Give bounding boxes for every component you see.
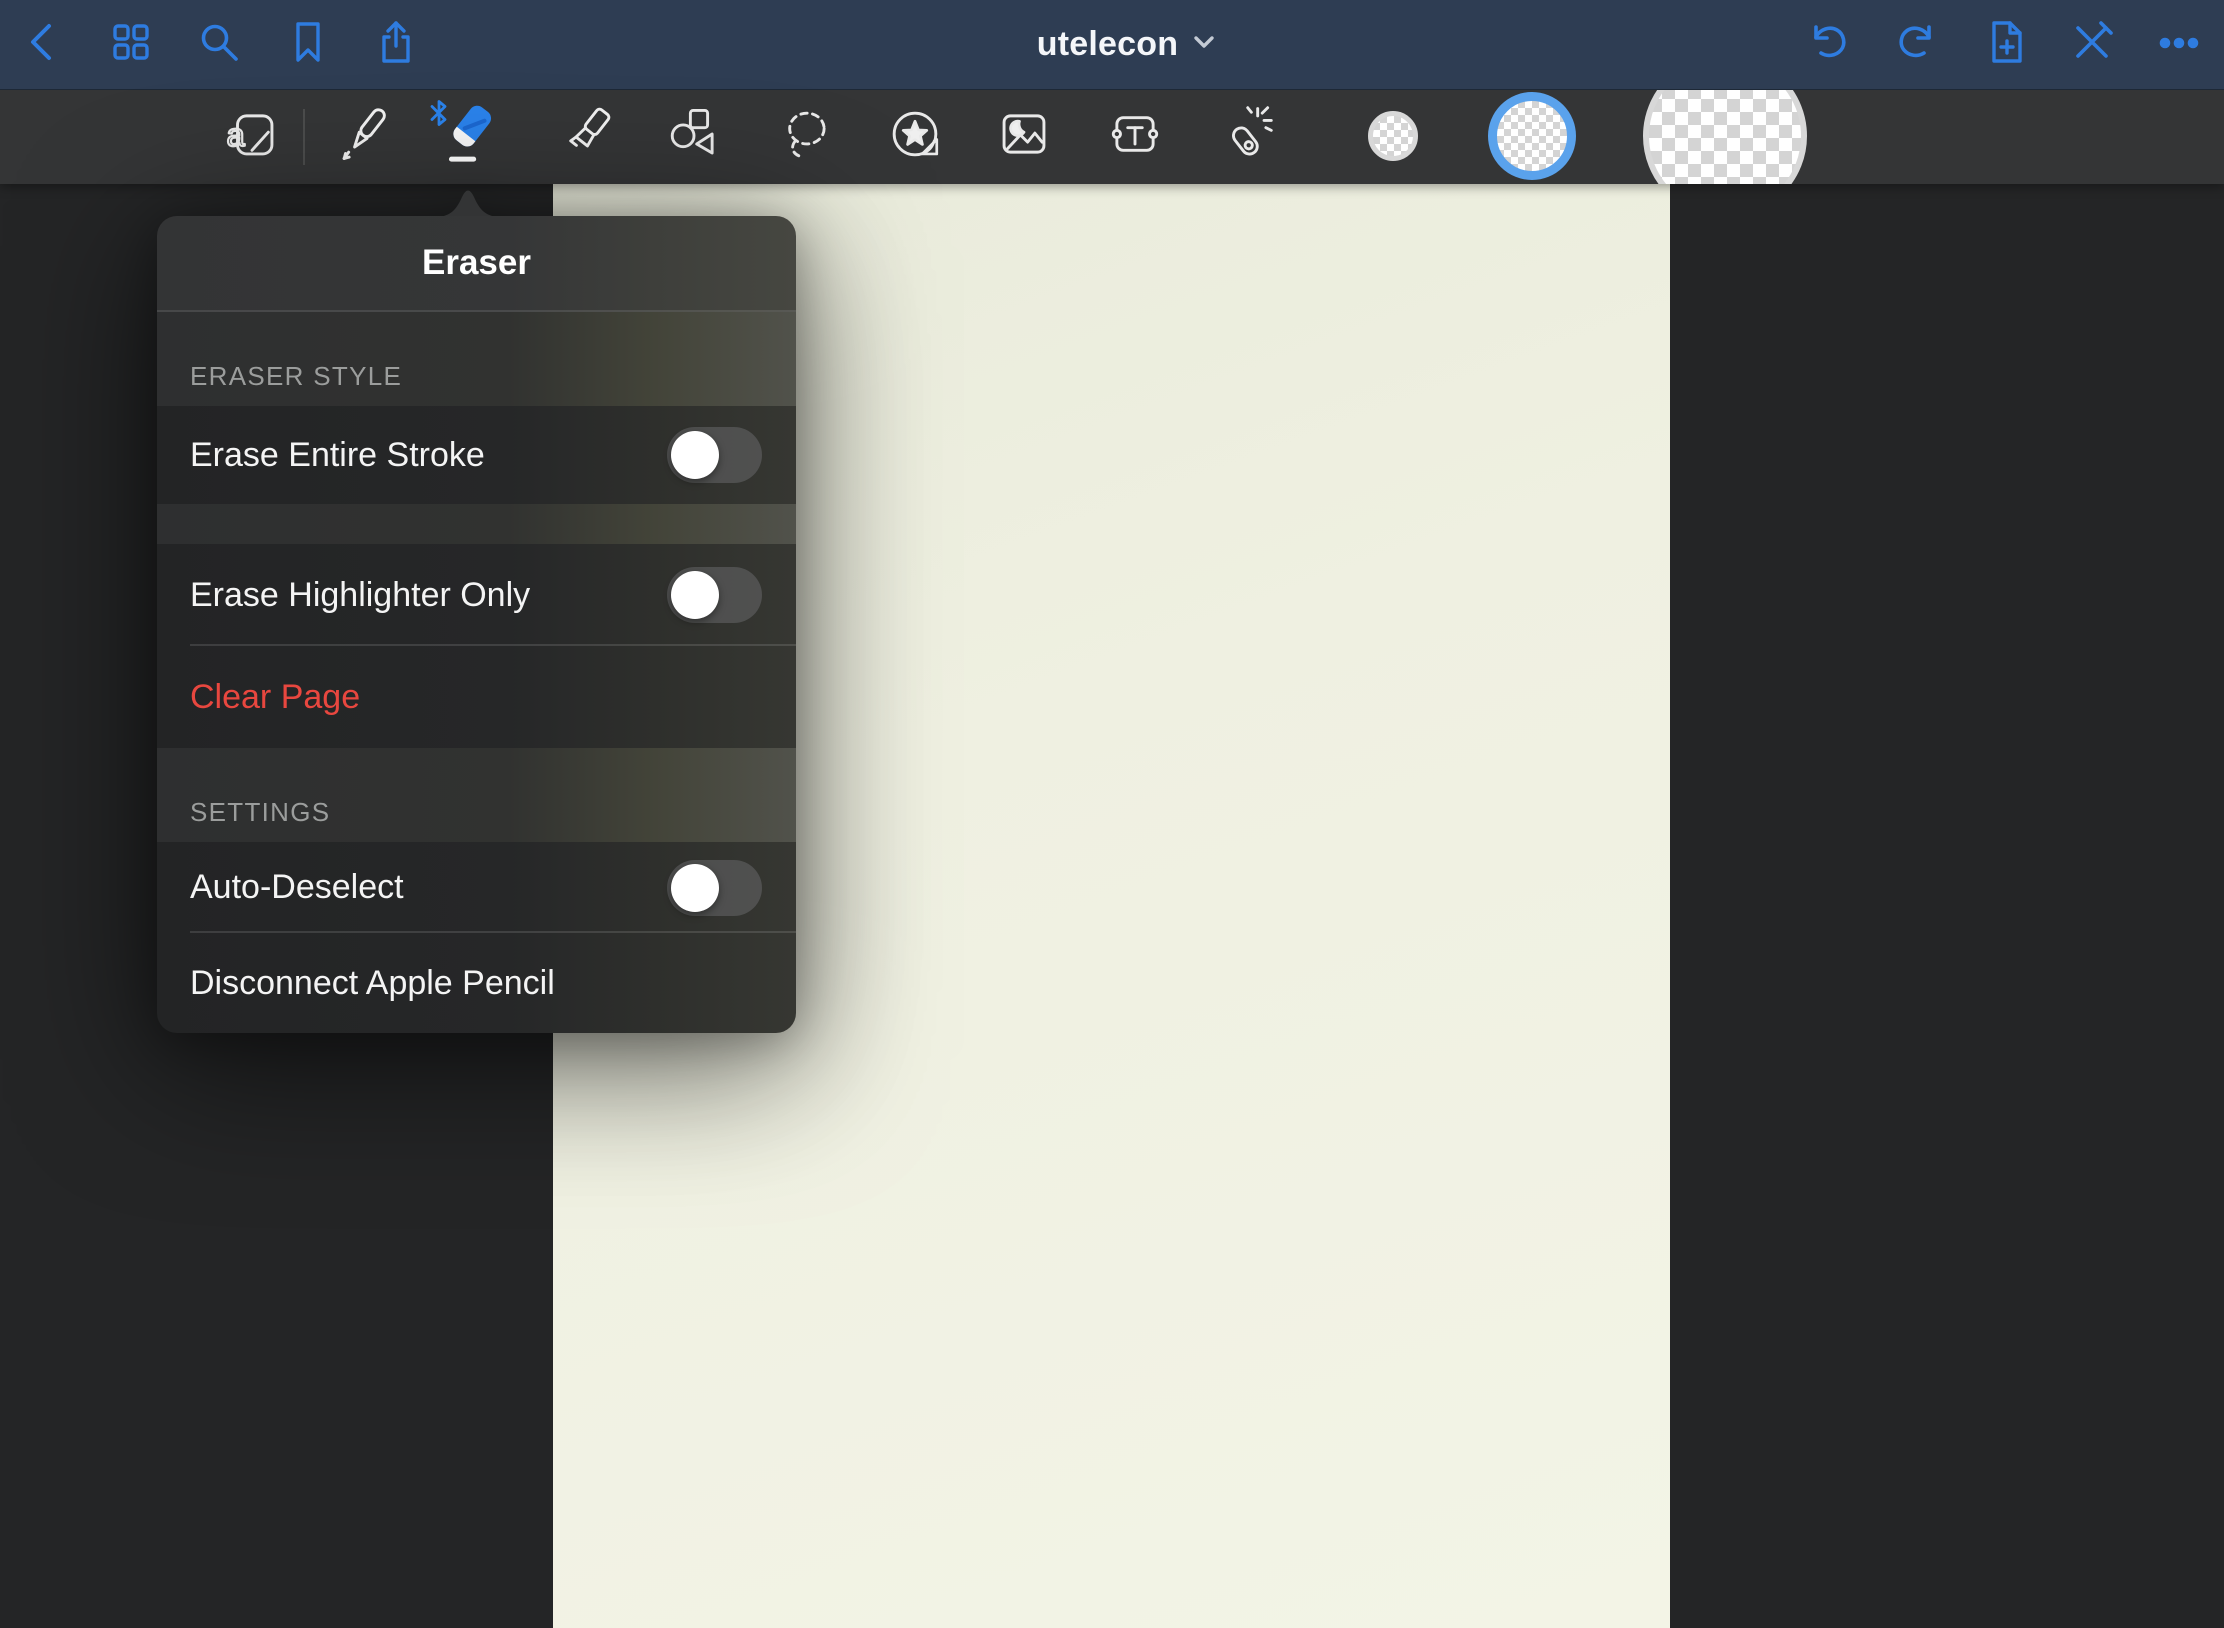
navbar: utelecon xyxy=(0,0,2224,89)
popup-title-band: Eraser xyxy=(157,216,796,312)
lasso-tool[interactable] xyxy=(777,107,835,165)
erase-entire-stroke-label: Erase Entire Stroke xyxy=(190,436,485,475)
text-tool[interactable] xyxy=(1106,107,1164,165)
eraser-popup: Eraser ERASER STYLE Erase Entire Stroke … xyxy=(157,216,796,1033)
pen-tool[interactable] xyxy=(336,107,394,165)
image-icon xyxy=(995,105,1053,168)
zoom-window-tool[interactable]: a xyxy=(223,107,281,165)
highlighter-tool[interactable] xyxy=(560,107,618,165)
clear-page-label: Clear Page xyxy=(190,678,360,717)
eraser-size-large[interactable] xyxy=(1643,89,1807,184)
row-clear-page[interactable]: Clear Page xyxy=(157,646,796,748)
laser-pointer-tool[interactable] xyxy=(1216,107,1274,165)
disconnect-apple-pencil-label: Disconnect Apple Pencil xyxy=(190,964,555,1003)
add-page-button[interactable] xyxy=(1982,21,2028,67)
document-title: utelecon xyxy=(1037,25,1178,64)
toolbar-divider xyxy=(303,109,305,165)
laser-pointer-icon xyxy=(1216,105,1274,168)
settings-label: SETTINGS xyxy=(190,797,330,828)
chevron-down-icon xyxy=(1193,34,1215,55)
row-erase-entire-stroke[interactable]: Erase Entire Stroke xyxy=(157,406,796,504)
pencil-x-icon xyxy=(2069,19,2115,70)
elements-tool[interactable] xyxy=(886,107,944,165)
lasso-icon xyxy=(777,105,835,168)
erase-entire-stroke-toggle[interactable] xyxy=(667,427,762,483)
goodnotes-screen: { "navbar": { "title": "utelecon", "left… xyxy=(0,0,2224,1628)
toggle-knob xyxy=(671,431,719,479)
more-icon xyxy=(2155,19,2201,70)
section-header-eraser-style: ERASER STYLE xyxy=(157,312,796,406)
bluetooth-icon xyxy=(429,99,449,132)
undo-button[interactable] xyxy=(1806,21,1852,67)
section-gap xyxy=(157,504,796,544)
eraser-style-label: ERASER STYLE xyxy=(190,361,402,392)
svg-text:a: a xyxy=(227,115,246,152)
pen-icon xyxy=(336,105,394,168)
toggle-knob xyxy=(671,864,719,912)
popup-title: Eraser xyxy=(422,243,531,283)
sticker-star-icon xyxy=(886,105,944,168)
stop-editing-button[interactable] xyxy=(2069,21,2115,67)
popup-arrow xyxy=(435,186,501,217)
text-icon xyxy=(1106,105,1164,168)
shapes-tool[interactable] xyxy=(665,107,723,165)
auto-deselect-toggle[interactable] xyxy=(667,860,762,916)
redo-button[interactable] xyxy=(1893,21,1939,67)
eraser-size-medium-selected[interactable] xyxy=(1488,92,1576,180)
row-disconnect-apple-pencil[interactable]: Disconnect Apple Pencil xyxy=(157,933,796,1033)
zoom-window-icon: a xyxy=(223,105,281,168)
more-button[interactable] xyxy=(2155,21,2201,67)
image-tool[interactable] xyxy=(995,107,1053,165)
erase-highlighter-only-toggle[interactable] xyxy=(667,567,762,623)
tool-toolbar: a xyxy=(0,89,2224,184)
eraser-size-small[interactable] xyxy=(1368,111,1418,161)
undo-icon xyxy=(1806,19,1852,70)
add-page-icon xyxy=(1982,19,2028,70)
shapes-icon xyxy=(665,105,723,168)
row-auto-deselect[interactable]: Auto-Deselect xyxy=(157,842,796,933)
erase-highlighter-only-label: Erase Highlighter Only xyxy=(190,576,530,615)
highlighter-icon xyxy=(560,105,618,168)
auto-deselect-label: Auto-Deselect xyxy=(190,868,404,907)
section-header-settings: SETTINGS xyxy=(157,748,796,842)
toggle-knob xyxy=(671,571,719,619)
row-erase-highlighter-only[interactable]: Erase Highlighter Only xyxy=(157,544,796,646)
redo-icon xyxy=(1893,19,1939,70)
